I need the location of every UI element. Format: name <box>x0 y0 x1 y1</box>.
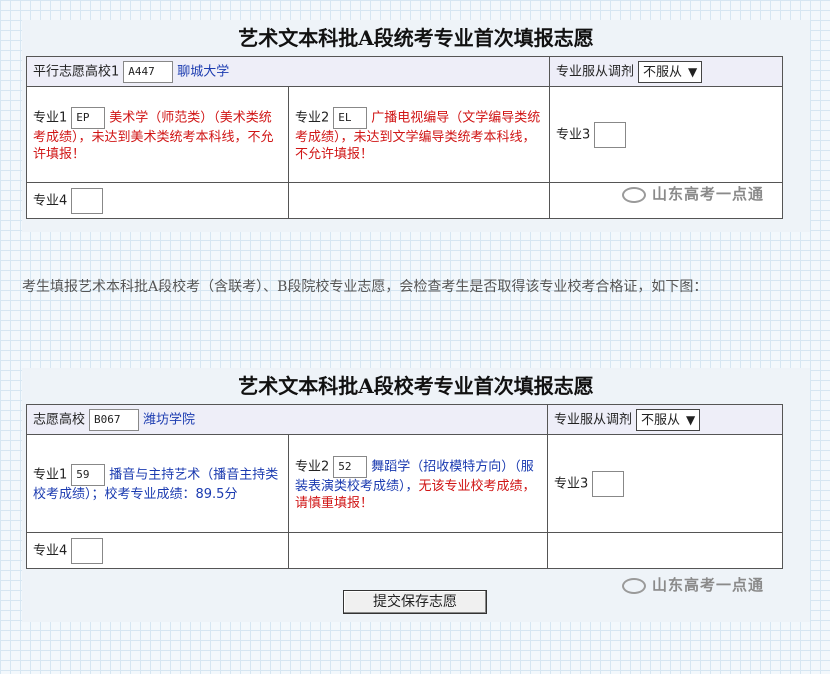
form-table: 志愿高校 B067 潍坊学院 专业服从调剂 不服从 ▼ 专业1 59 播音与主持艺术（播音主… <box>26 404 783 569</box>
major3-code-input[interactable] <box>592 470 625 497</box>
major3-label: 专业3 <box>554 476 589 491</box>
adjust-select-value: 不服从 <box>643 64 683 80</box>
major2-cell: 专业2 52 舞蹈学（招收模特方向）（服装表演类校考成绩），无该专业校考成绩，请慎重… <box>288 434 548 533</box>
major3-code-input[interactable] <box>594 121 627 148</box>
major3-label: 专业3 <box>556 127 591 142</box>
watermark-text: 山东高考一点通 <box>652 576 765 594</box>
school-label: 志愿高校 <box>33 412 86 427</box>
major2-name: 广播电视编导（文学编导类统考成绩），未达到文学编导类统考本科线，不允许填报！ <box>295 110 541 162</box>
wechat-icon <box>622 186 646 203</box>
watermark-text: 山东高考一点通 <box>652 185 765 203</box>
major1-name: 播音与主持艺术（播音主持类校考成绩）；校考专业成绩：89.5分 <box>33 467 279 503</box>
submit-save-button[interactable]: 提交保存志愿 <box>343 590 487 614</box>
watermark: 山东高考一点通 <box>622 574 764 595</box>
major4-cell: 专业4 <box>26 182 289 219</box>
major1-label: 专业1 <box>33 110 68 125</box>
major1-code-input[interactable]: EP <box>71 106 106 129</box>
adjust-cell: 专业服从调剂 不服从 ▼ <box>547 404 783 435</box>
major2-code-input[interactable]: 52 <box>333 455 368 478</box>
school-row: 志愿高校 B067 潍坊学院 <box>26 404 548 435</box>
major4-code-input[interactable] <box>71 187 104 214</box>
major3-cell: 专业3 <box>547 434 783 533</box>
major4-code-input[interactable] <box>71 537 104 564</box>
school-name: 潍坊学院 <box>143 412 196 427</box>
adjust-label: 专业服从调剂 <box>554 412 633 427</box>
major4-label: 专业4 <box>33 543 68 558</box>
adjust-label: 专业服从调剂 <box>556 64 635 79</box>
major2-code-input[interactable]: EL <box>333 106 368 129</box>
explanation-paragraph: 考生填报艺术本科批A段校考（含联考）、B段院校专业志愿，会检查考生是否取得该专业… <box>22 279 708 295</box>
adjust-cell: 专业服从调剂 不服从 ▼ <box>549 56 784 87</box>
chevron-down-icon: ▼ <box>686 412 696 427</box>
major4-label: 专业4 <box>33 193 68 208</box>
school-code-input[interactable]: A447 <box>123 60 174 83</box>
school-name: 聊城大学 <box>177 64 230 79</box>
major2-label: 专业2 <box>295 110 330 125</box>
major1-label: 专业1 <box>33 467 68 483</box>
adjust-select[interactable]: 不服从 ▼ <box>638 60 703 83</box>
adjust-select-value: 不服从 <box>641 412 681 428</box>
wechat-icon <box>622 577 646 594</box>
empty-cell <box>287 182 551 219</box>
major1-code-input[interactable]: 59 <box>71 464 106 486</box>
watermark: 山东高考一点通 <box>622 183 764 204</box>
school-label: 平行志愿高校1 <box>33 64 120 79</box>
major2-label: 专业2 <box>295 459 330 474</box>
major1-cell: 专业1 EP 美术学（师范类）（美术类统考成绩），未达到美术类统考本科线，不允许填报… <box>26 86 289 183</box>
school-code-input[interactable]: B067 <box>89 408 140 431</box>
school-row: 平行志愿高校1 A447 聊城大学 <box>25 56 551 87</box>
form-title: 艺术文本科批A段校考专业首次填报志愿 <box>238 374 594 398</box>
major3-cell: 专业3 <box>549 86 784 183</box>
chevron-down-icon: ▼ <box>688 64 698 79</box>
major1-name: 美术学（师范类） <box>109 110 214 125</box>
major2-cell: 专业2 EL 广播电视编导（文学编导类统考成绩），未达到文学编导类统考本科线，不允许… <box>287 86 551 183</box>
empty-cell <box>547 532 783 569</box>
major4-cell: 专业4 <box>26 532 289 569</box>
major1-cell: 专业1 59 播音与主持艺术（播音主持类校考成绩）；校考专业成绩：89.5分 <box>26 434 289 533</box>
empty-cell <box>288 532 548 569</box>
adjust-select[interactable]: 不服从 ▼ <box>636 408 701 431</box>
form-title: 艺术文本科批A段统考专业首次填报志愿 <box>238 26 594 50</box>
